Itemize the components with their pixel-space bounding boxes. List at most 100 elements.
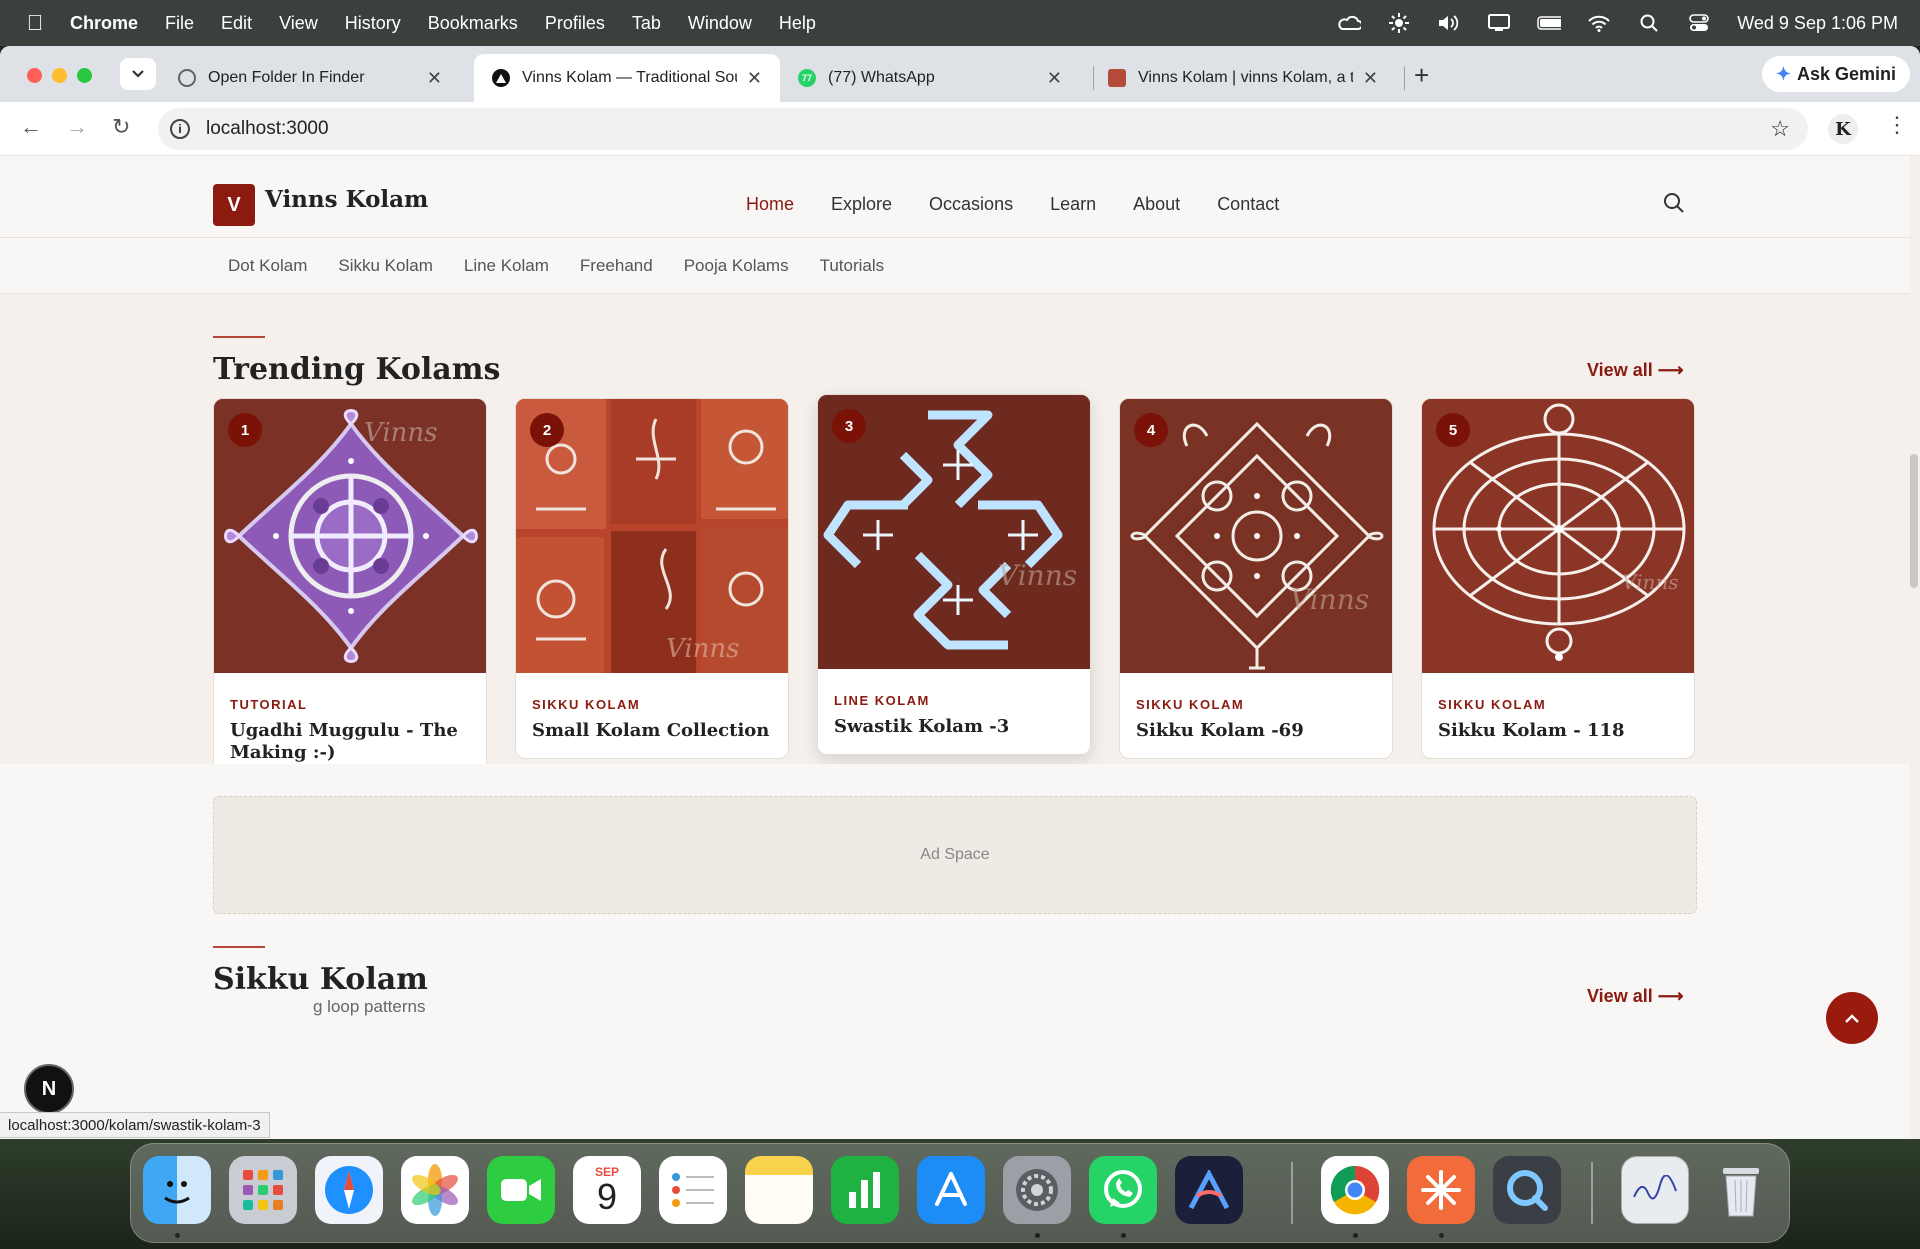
tab-vinns-kolam-active[interactable]: Vinns Kolam — Traditional Sou ✕ [474,54,780,102]
scroll-to-top-button[interactable] [1826,992,1878,1044]
window-controls [27,68,92,83]
finder-icon[interactable] [143,1156,211,1224]
safari-icon[interactable] [315,1156,383,1224]
arrow-right-icon: ⟶ [1657,360,1684,380]
running-indicator [1121,1233,1126,1238]
launchpad-icon[interactable] [229,1156,297,1224]
search-icon[interactable] [1663,192,1685,214]
battery-icon[interactable] [1537,14,1562,32]
brightness-icon[interactable] [1387,13,1411,33]
more-menu-icon[interactable]: ⋮ [1886,112,1908,138]
site-brand[interactable]: Vinns Kolam [265,186,428,213]
zoom-window-button[interactable] [77,68,92,83]
nextjs-dev-indicator-button[interactable]: N [24,1064,74,1114]
subnav-line-kolam[interactable]: Line Kolam [464,256,549,276]
cloud-icon[interactable] [1337,14,1362,32]
photos-icon[interactable] [401,1156,469,1224]
tab-whatsapp[interactable]: 77 (77) WhatsApp ✕ [780,54,1080,102]
subnav-tutorials[interactable]: Tutorials [820,256,885,276]
menu-file[interactable]: File [165,13,194,34]
menu-help[interactable]: Help [779,13,816,34]
calendar-icon[interactable]: SEP 9 [573,1156,641,1224]
sikku-section-title: Sikku Kolam [213,962,428,997]
subnav-sikku-kolam[interactable]: Sikku Kolam [338,256,432,276]
kolam-card[interactable]: 1 Vinns TUTORIAL Ugadhi Muggulu - The Ma… [213,398,487,781]
menu-bookmarks[interactable]: Bookmarks [428,13,518,34]
view-all-label: View all [1587,360,1653,380]
nav-about[interactable]: About [1133,194,1180,215]
subnav-pooja-kolams[interactable]: Pooja Kolams [684,256,789,276]
system-settings-icon[interactable] [1003,1156,1071,1224]
nav-learn[interactable]: Learn [1050,194,1096,215]
menu-edit[interactable]: Edit [221,13,252,34]
tab-search-button[interactable] [120,58,156,90]
kolam-card[interactable]: 5 Vinns SIKKU KOLAM Sikku Kolam - 118 [1421,398,1695,759]
menubar-clock[interactable]: Wed 9 Sep 1:06 PM [1737,13,1898,34]
nav-explore[interactable]: Explore [831,194,892,215]
menu-history[interactable]: History [345,13,401,34]
display-icon[interactable] [1487,14,1511,32]
close-tab-icon[interactable]: ✕ [427,68,442,89]
arrow-right-icon: ⟶ [1657,986,1684,1006]
kolam-card[interactable]: 3 Vinns LINE KOLAM Swastik Kolam -3 [817,394,1091,755]
menu-tab[interactable]: Tab [632,13,661,34]
image-watermark: Vinns [1290,583,1369,616]
address-bar[interactable]: i localhost:3000 ☆ [158,108,1808,150]
menu-profiles[interactable]: Profiles [545,13,605,34]
new-tab-plus-icon[interactable]: + [1414,60,1429,91]
reminders-icon[interactable] [659,1156,727,1224]
bookmark-star-icon[interactable]: ☆ [1770,116,1790,142]
facetime-icon[interactable] [487,1156,555,1224]
close-tab-icon[interactable]: ✕ [747,68,762,89]
tab-vinns-kolam-blog[interactable]: Vinns Kolam | vinns Kolam, a t ✕ [1090,54,1396,102]
close-tab-icon[interactable]: ✕ [1363,68,1378,89]
claude-app-icon[interactable] [1407,1156,1475,1224]
subnav-freehand[interactable]: Freehand [580,256,653,276]
kolam-image: 1 Vinns [214,399,486,673]
menu-window[interactable]: Window [688,13,752,34]
nav-occasions[interactable]: Occasions [929,194,1013,215]
page-scrollbar[interactable] [1910,454,1918,588]
wifi-icon[interactable] [1587,14,1611,32]
subnav-dot-kolam[interactable]: Dot Kolam [228,256,307,276]
spotlight-search-icon[interactable] [1637,14,1661,32]
nav-home[interactable]: Home [746,194,794,215]
close-tab-icon[interactable]: ✕ [1047,68,1062,89]
trash-icon[interactable] [1707,1156,1775,1224]
tab-open-folder[interactable]: Open Folder In Finder ✕ [160,54,460,102]
rank-badge: 1 [228,413,262,447]
profile-avatar[interactable]: K [1828,114,1858,144]
document-preview-icon[interactable] [1621,1156,1689,1224]
app-store-icon[interactable] [917,1156,985,1224]
ask-gemini-button[interactable]: ✦ Ask Gemini [1761,56,1910,92]
chrome-icon[interactable] [1321,1156,1389,1224]
running-indicator [1439,1233,1444,1238]
site-logo[interactable]: V [213,184,255,226]
whatsapp-icon[interactable] [1089,1156,1157,1224]
kolam-card[interactable]: 4 Vinns SIKKU KOLAM Sikku Kolam -69 [1119,398,1393,759]
notes-icon[interactable] [745,1156,813,1224]
menu-app-name[interactable]: Chrome [70,13,138,34]
minimize-window-button[interactable] [52,68,67,83]
gemini-sparkle-icon: ✦ [1775,63,1791,84]
reload-icon[interactable]: ↻ [112,114,130,140]
trending-view-all-link[interactable]: View all ⟶ [1587,360,1684,381]
nav-contact[interactable]: Contact [1217,194,1279,215]
kolam-card[interactable]: 2 Vinns SIKKU KOLAM Small Kolam Collecti… [515,398,789,759]
forward-arrow-icon[interactable]: → [66,114,88,140]
quicktime-icon[interactable] [1493,1156,1561,1224]
site-info-icon[interactable]: i [170,119,190,139]
volume-icon[interactable] [1437,14,1461,32]
close-window-button[interactable] [27,68,42,83]
back-arrow-icon[interactable]: ← [20,114,42,140]
dock-divider [1291,1162,1293,1224]
control-center-icon[interactable] [1687,14,1711,32]
ad-space: Ad Space [213,796,1697,914]
sikku-view-all-link[interactable]: View all ⟶ [1587,986,1684,1007]
menu-view[interactable]: View [279,13,318,34]
artifact-app-icon[interactable] [1175,1156,1243,1224]
url-text: localhost:3000 [206,118,329,139]
numbers-icon[interactable] [831,1156,899,1224]
card-title: Swastik Kolam -3 [834,716,1010,737]
apple-icon[interactable]:  [0,10,70,36]
